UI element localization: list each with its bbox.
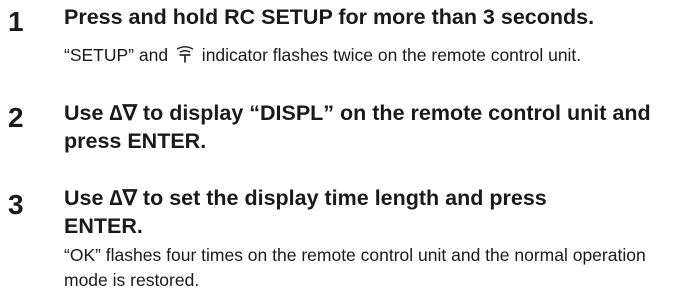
note-text-before: “SETUP” and [64, 45, 173, 65]
note-text-after: indicator flashes twice on the remote co… [196, 45, 582, 65]
step-number: 1 [8, 6, 24, 37]
step-note: “OK” flashes four times on the remote co… [64, 245, 646, 290]
step-title: Use ∆∇ to set the display time length an… [64, 186, 547, 238]
step-title: Press and hold RC SETUP for more than 3 … [64, 5, 595, 29]
step-note: “SETUP” and indicator flashes twice on t… [64, 43, 581, 68]
signal-icon [176, 46, 194, 63]
step-number: 2 [8, 102, 24, 133]
step-number: 3 [8, 189, 24, 220]
step-title: Use ∆∇ to display “DISPL” on the remote … [64, 101, 651, 153]
